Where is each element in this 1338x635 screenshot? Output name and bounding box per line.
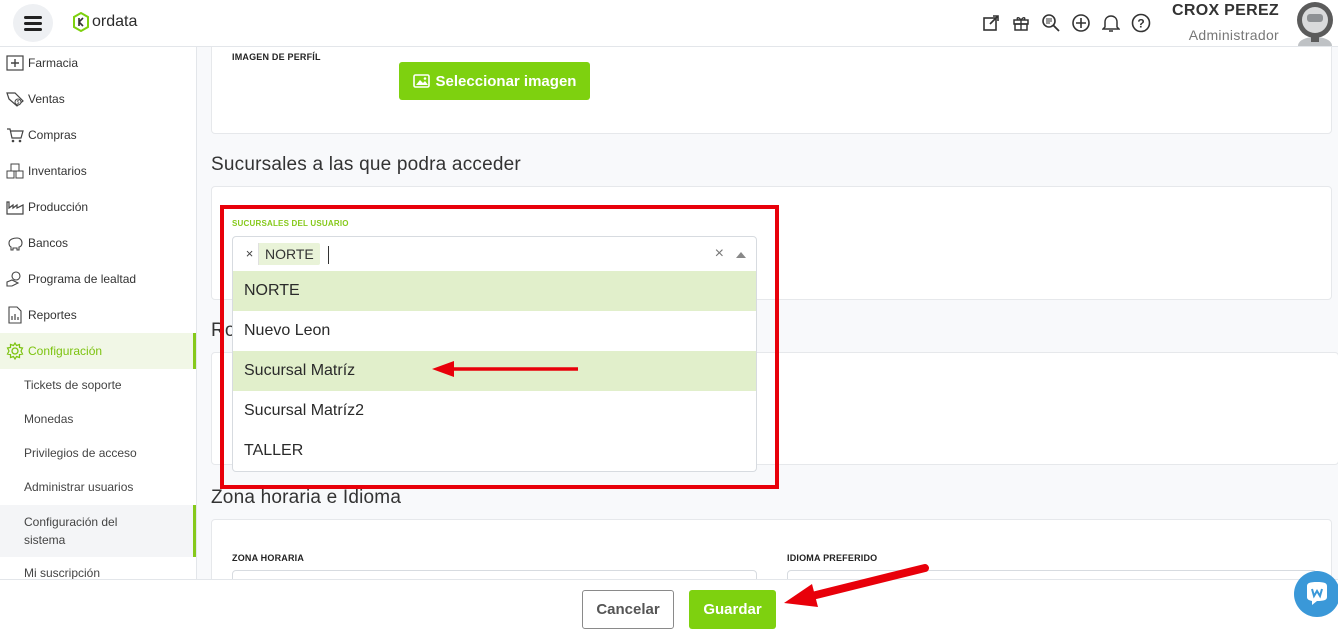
sidebar-item-farmacia[interactable]: Farmacia [0, 45, 196, 81]
sidebar-item-bancos[interactable]: Bancos [0, 225, 196, 261]
avatar[interactable] [1292, 0, 1338, 46]
svg-text:$: $ [17, 100, 20, 106]
gift-icon[interactable] [1006, 11, 1036, 35]
sidebar-subitem-privilegios[interactable]: Privilegios de acceso [0, 444, 196, 462]
sidebar-item-configuracion[interactable]: Configuración [0, 333, 196, 369]
sidebar-subitem-configuracion-sistema[interactable]: Configuración del sistema [0, 505, 196, 557]
profile-image-label: IMAGEN DE PERFÍL [232, 52, 321, 62]
chat-icon [1307, 582, 1327, 605]
save-button[interactable]: Guardar [689, 590, 776, 629]
menu-button[interactable] [13, 4, 53, 42]
sidebar-subitem-tickets[interactable]: Tickets de soporte [0, 376, 196, 394]
bell-icon[interactable] [1096, 11, 1126, 35]
boxes-icon [4, 161, 26, 181]
save-label: Guardar [703, 601, 762, 618]
timezone-card: ZONA HORARIA IDIOMA PREFERIDO [211, 519, 1332, 579]
sidebar-item-label: Compras [28, 128, 77, 142]
language-label: IDIOMA PREFERIDO [787, 553, 878, 563]
timezone-section-title: Zona horaria e Idioma [211, 487, 402, 508]
user-name[interactable]: CROX PEREZ [1172, 2, 1279, 20]
timezone-select[interactable] [232, 570, 757, 579]
cart-icon [4, 125, 26, 145]
sidebar: Farmacia $ Ventas Compras Inventarios Pr… [0, 47, 197, 635]
gear-icon [4, 341, 26, 361]
sidebar-item-lealtad[interactable]: Programa de lealtad [0, 261, 196, 297]
search-zoom-icon[interactable] [1036, 11, 1066, 35]
hamburger-icon [24, 16, 42, 31]
sidebar-item-label: Bancos [28, 236, 69, 250]
image-icon [412, 74, 430, 88]
sidebar-item-reportes[interactable]: Reportes [0, 297, 196, 333]
user-role: Administrador [1188, 27, 1279, 43]
loyalty-icon [4, 269, 26, 289]
pharmacy-icon [4, 53, 26, 73]
logo-mark-icon [73, 12, 89, 32]
profile-image-card: IMAGEN DE PERFÍL Seleccionar imagen [211, 47, 1332, 134]
svg-text:?: ? [1137, 17, 1144, 31]
sidebar-item-label: Ventas [28, 92, 65, 106]
sidebar-item-label: Farmacia [28, 56, 79, 70]
sidebar-item-inventarios[interactable]: Inventarios [0, 153, 196, 189]
sidebar-item-compras[interactable]: Compras [0, 117, 196, 153]
add-circle-icon[interactable] [1066, 11, 1096, 35]
sales-tag-icon: $ [4, 89, 26, 109]
chat-support-button[interactable] [1294, 571, 1338, 617]
logo-text: ordata [92, 13, 138, 30]
timezone-label: ZONA HORARIA [232, 553, 305, 563]
piggy-bank-icon [4, 233, 26, 253]
app-logo[interactable]: ordata [72, 12, 137, 32]
sidebar-item-label: Producción [28, 200, 89, 214]
language-select[interactable] [787, 570, 1317, 579]
select-image-label: Seleccionar imagen [435, 72, 577, 90]
external-link-icon[interactable] [976, 11, 1006, 35]
help-icon[interactable]: ? [1126, 11, 1156, 35]
branches-section-title: Sucursales a las que podra acceder [211, 154, 521, 175]
report-icon [4, 305, 26, 325]
select-image-button[interactable]: Seleccionar imagen [399, 62, 590, 100]
sidebar-item-label: Inventarios [28, 164, 87, 178]
sidebar-item-label: Reportes [28, 308, 77, 322]
sidebar-item-ventas[interactable]: $ Ventas [0, 81, 196, 117]
sidebar-subitem-usuarios[interactable]: Administrar usuarios [0, 478, 196, 496]
top-header: ordata ? CROX PEREZ Administrador [0, 0, 1338, 47]
sidebar-subitem-monedas[interactable]: Monedas [0, 410, 196, 428]
cancel-button[interactable]: Cancelar [582, 590, 674, 629]
sidebar-item-produccion[interactable]: Producción [0, 189, 196, 225]
sidebar-item-label: Programa de lealtad [28, 272, 137, 286]
factory-icon [4, 197, 26, 217]
sidebar-item-label: Configuración [28, 344, 103, 358]
annotation-highlight-box [220, 205, 779, 489]
